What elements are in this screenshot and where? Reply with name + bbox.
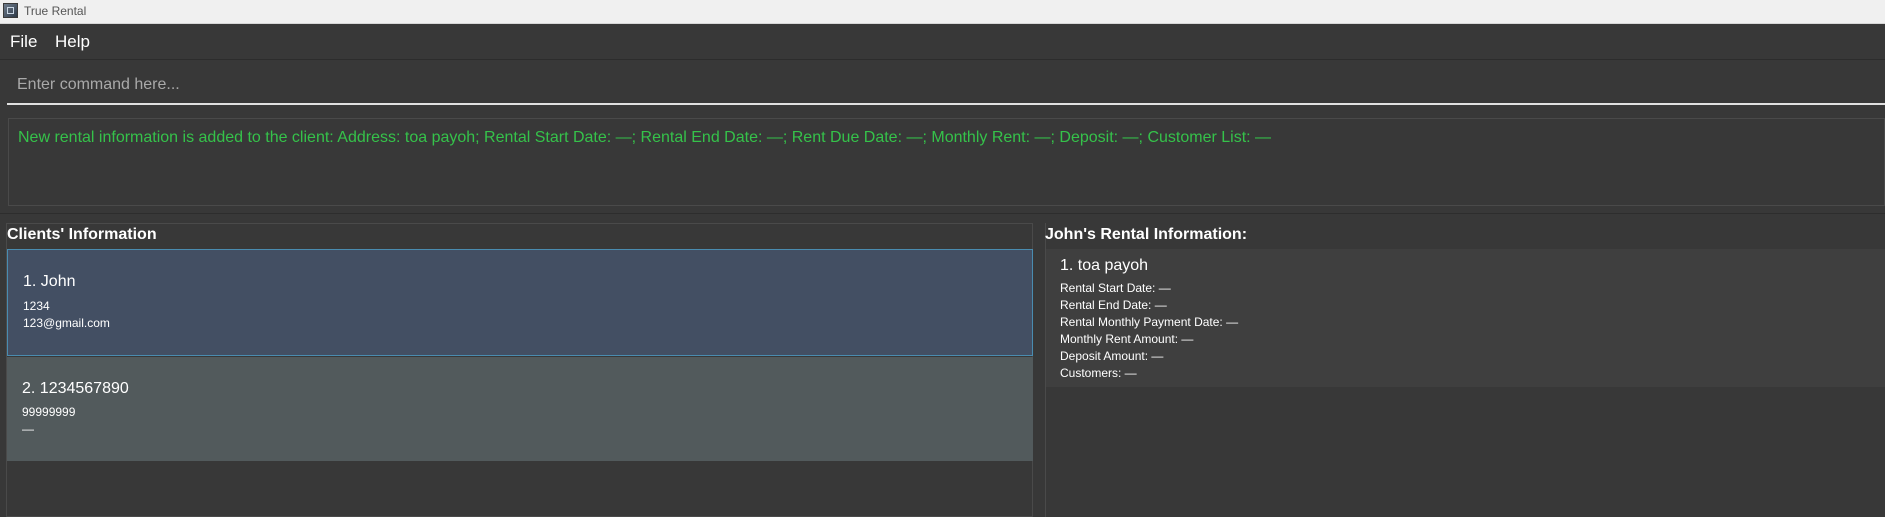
result-message: New rental information is added to the c… bbox=[18, 129, 1272, 146]
rental-deposit-amount: Deposit Amount: — bbox=[1060, 349, 1164, 363]
app-icon bbox=[3, 3, 18, 18]
command-box bbox=[7, 69, 1885, 105]
client-email: — bbox=[22, 422, 34, 436]
client-name: 1. John bbox=[23, 273, 76, 290]
section-divider bbox=[0, 213, 1885, 214]
rental-panel-title: John's Rental Information: bbox=[1045, 226, 1248, 243]
menu-file[interactable]: File bbox=[10, 32, 37, 52]
rental-card[interactable]: 1. toa payoh Rental Start Date: — Rental… bbox=[1046, 249, 1885, 387]
rental-monthly-amount: Monthly Rent Amount: — bbox=[1060, 332, 1194, 346]
rental-start-date: Rental Start Date: — bbox=[1060, 281, 1171, 295]
window-titlebar: True Rental bbox=[0, 0, 1885, 24]
rental-customers: Customers: — bbox=[1060, 366, 1137, 380]
menu-bar: File Help bbox=[0, 24, 1885, 60]
client-card[interactable]: 2. 1234567890 99999999 — bbox=[7, 357, 1033, 461]
result-display: New rental information is added to the c… bbox=[8, 118, 1885, 206]
client-card[interactable]: 1. John 1234 123@gmail.com bbox=[7, 249, 1033, 356]
window-title: True Rental bbox=[24, 4, 87, 18]
clients-panel-title: Clients' Information bbox=[7, 226, 157, 243]
client-name: 2. 1234567890 bbox=[22, 380, 129, 397]
command-input[interactable] bbox=[7, 69, 1885, 101]
rental-end-date: Rental End Date: — bbox=[1060, 298, 1167, 312]
client-phone: 99999999 bbox=[22, 405, 76, 419]
rental-address: 1. toa payoh bbox=[1060, 257, 1149, 274]
client-email: 123@gmail.com bbox=[23, 316, 110, 330]
menu-help[interactable]: Help bbox=[55, 32, 90, 52]
client-phone: 1234 bbox=[23, 299, 50, 313]
rental-payment-date: Rental Monthly Payment Date: — bbox=[1060, 315, 1239, 329]
